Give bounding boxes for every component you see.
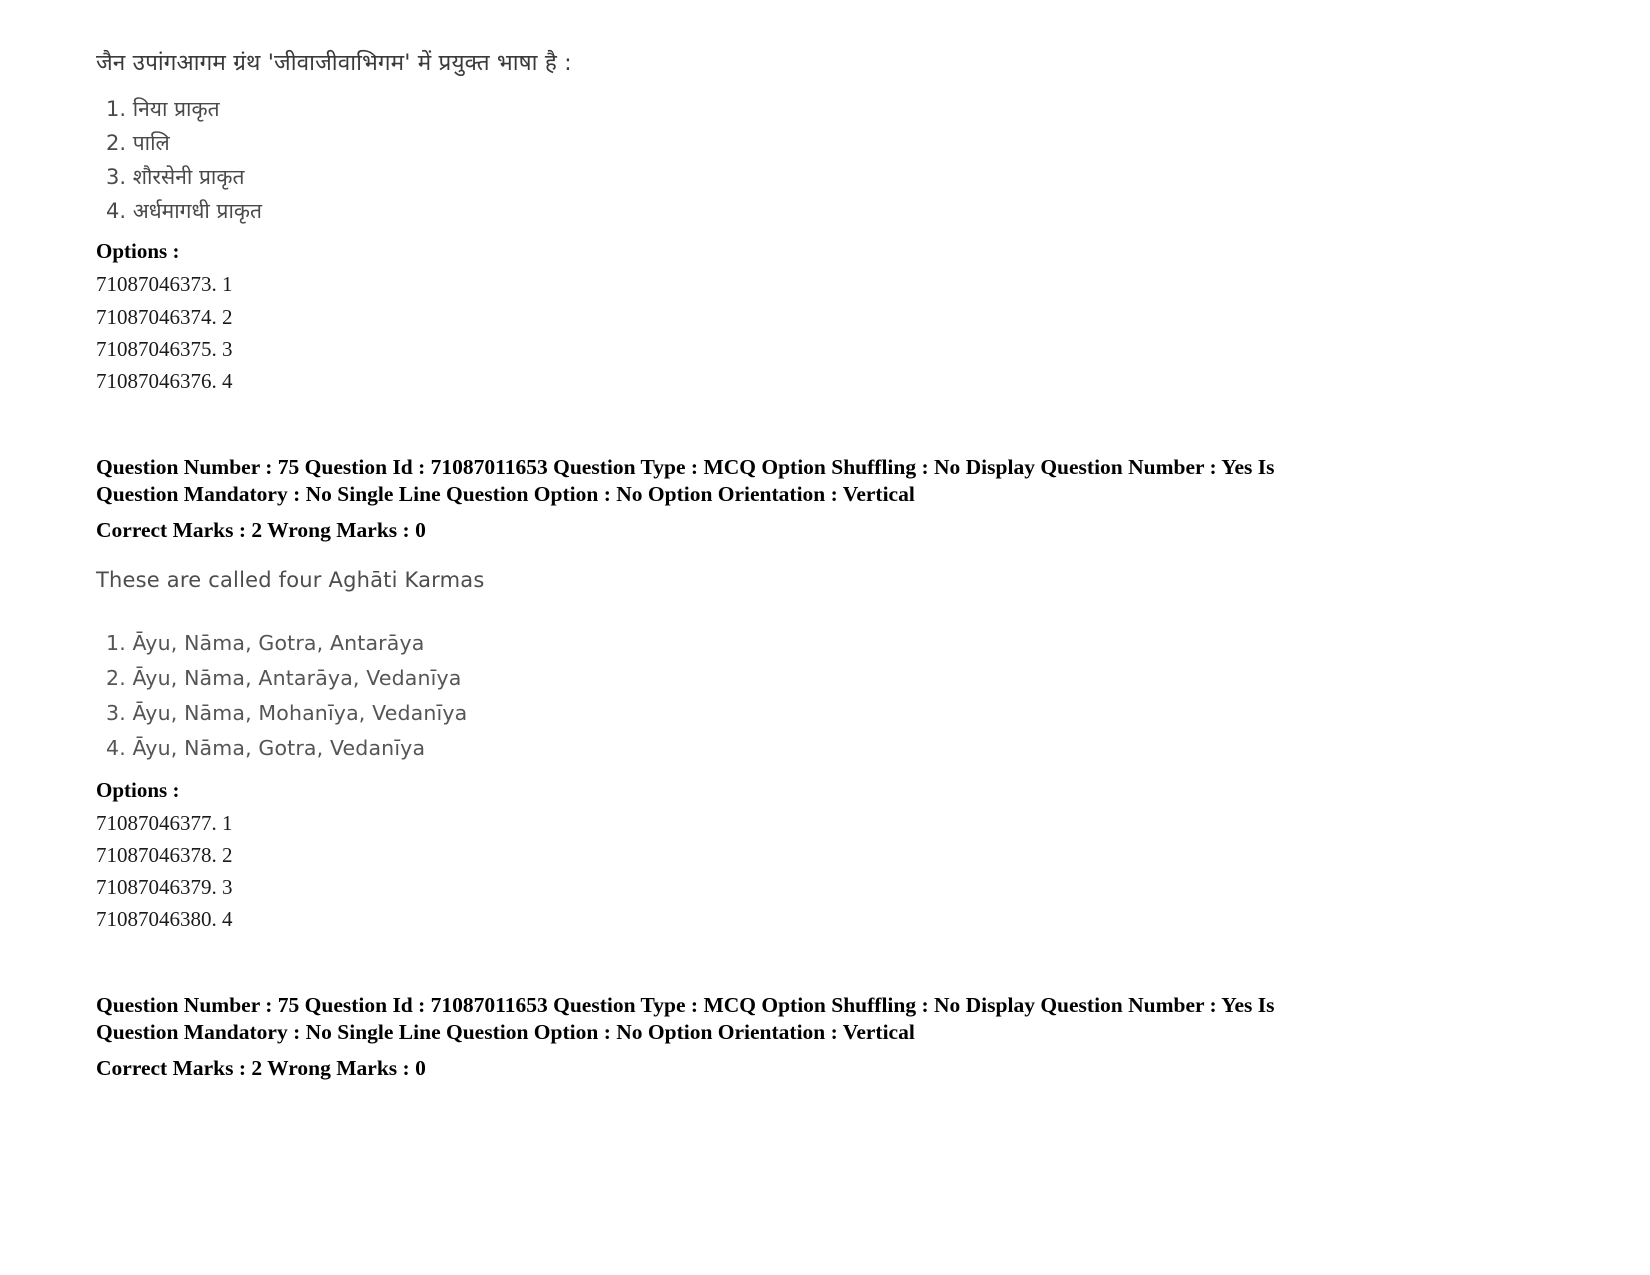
question-metadata-1: Question Number : 75 Question Id : 71087…	[96, 454, 1516, 545]
metadata-line-1b: Question Mandatory : No Single Line Ques…	[96, 482, 915, 507]
metadata-line-2b: Question Mandatory : No Single Line Ques…	[96, 1020, 915, 1045]
options-label-2: Options :	[96, 777, 180, 802]
document-content: जैन उपांगआगम ग्रंथ 'जीवाजीवाभिगम' में प्…	[96, 48, 1516, 1082]
question-stem-english: These are called four Aghāti Karmas	[96, 568, 485, 593]
option-id-2-4: 71087046380. 4	[96, 907, 233, 932]
answer-choice-2-4[interactable]: 4. Āyu, Nāma, Gotra, Vedanīya	[106, 731, 1516, 766]
document-page: जैन उपांगआगम ग्रंथ 'जीवाजीवाभिगम' में प्…	[0, 0, 1650, 1275]
option-id-2-3: 71087046379. 3	[96, 875, 233, 900]
answer-choice-2-2[interactable]: 2. Āyu, Nāma, Antarāya, Vedanīya	[106, 661, 1516, 696]
section-spacer-1	[96, 398, 1516, 454]
question-block-2: These are called four Aghāti Karmas 1. Ā…	[96, 566, 1516, 936]
metadata-marks-1: Correct Marks : 2 Wrong Marks : 0	[96, 517, 426, 542]
metadata-marks-2: Correct Marks : 2 Wrong Marks : 0	[96, 1055, 426, 1080]
question-block-1: जैन उपांगआगम ग्रंथ 'जीवाजीवाभिगम' में प्…	[96, 48, 1516, 398]
option-id-1-1: 71087046373. 1	[96, 272, 233, 297]
answer-choice-1-4[interactable]: 4. अर्धमागधी प्राकृत	[106, 194, 1516, 228]
option-id-list-1: 71087046373. 1 71087046374. 2 7108704637…	[96, 268, 1516, 397]
section-spacer-2	[96, 936, 1516, 992]
option-id-list-2: 71087046377. 1 71087046378. 2 7108704637…	[96, 807, 1516, 936]
metadata-line-1a: Question Number : 75 Question Id : 71087…	[96, 454, 1275, 479]
option-id-1-3: 71087046375. 3	[96, 337, 233, 361]
answer-choice-1-2[interactable]: 2. पालि	[106, 126, 1516, 160]
answer-choice-list-1: 1. निया प्राकृत 2. पालि 3. शौरसेनी प्राक…	[96, 92, 1516, 228]
option-id-1-2: 71087046374. 2	[96, 304, 233, 329]
answer-choice-1-3[interactable]: 3. शौरसेनी प्राकृत	[106, 160, 1516, 194]
question-stem-hindi: जैन उपांगआगम ग्रंथ 'जीवाजीवाभिगम' में प्…	[96, 50, 572, 76]
options-label-1: Options :	[96, 239, 180, 264]
option-id-1-4: 71087046376. 4	[96, 369, 233, 394]
answer-choice-2-3[interactable]: 3. Āyu, Nāma, Mohanīya, Vedanīya	[106, 696, 1516, 731]
option-id-2-2: 71087046378. 2	[96, 842, 233, 867]
option-id-2-1: 71087046377. 1	[96, 810, 233, 835]
question-metadata-2: Question Number : 75 Question Id : 71087…	[96, 992, 1516, 1083]
metadata-line-2a: Question Number : 75 Question Id : 71087…	[96, 992, 1275, 1017]
answer-choice-1-1[interactable]: 1. निया प्राकृत	[106, 92, 1516, 126]
answer-choice-2-1[interactable]: 1. Āyu, Nāma, Gotra, Antarāya	[106, 626, 1516, 661]
answer-choice-list-2: 1. Āyu, Nāma, Gotra, Antarāya 2. Āyu, Nā…	[96, 626, 1516, 767]
stem-choices-spacer	[96, 596, 1516, 626]
